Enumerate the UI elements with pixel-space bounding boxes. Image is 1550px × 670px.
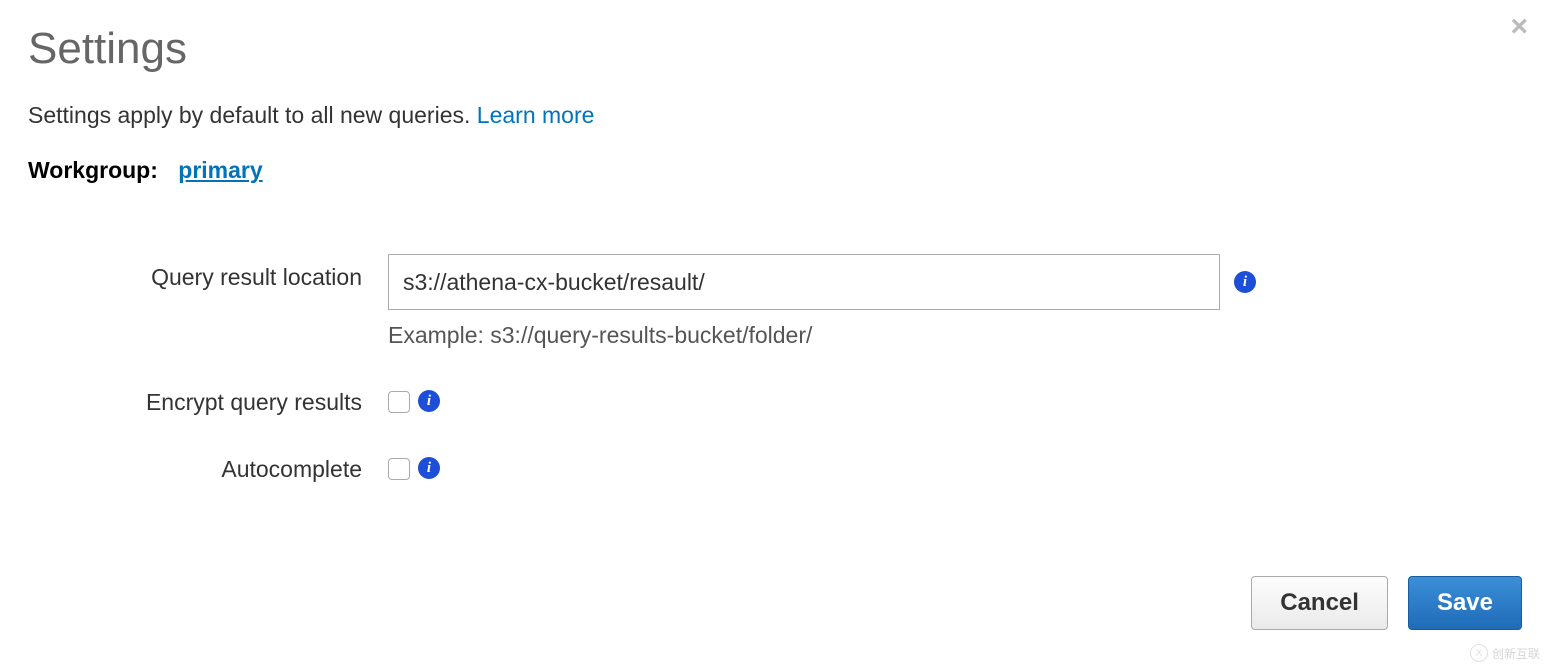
page-title: Settings bbox=[28, 24, 1522, 74]
autocomplete-label: Autocomplete bbox=[28, 456, 388, 483]
workgroup-line: Workgroup: primary bbox=[28, 157, 1522, 184]
intro-static: Settings apply by default to all new que… bbox=[28, 102, 477, 128]
learn-more-link[interactable]: Learn more bbox=[477, 102, 595, 128]
intro-text: Settings apply by default to all new que… bbox=[28, 102, 1522, 129]
info-icon[interactable]: i bbox=[418, 390, 440, 412]
info-icon[interactable]: i bbox=[418, 457, 440, 479]
cancel-button[interactable]: Cancel bbox=[1251, 576, 1388, 630]
autocomplete-row: Autocomplete i bbox=[28, 456, 1522, 483]
workgroup-label: Workgroup: bbox=[28, 157, 158, 183]
encrypt-query-results-checkbox[interactable] bbox=[388, 391, 410, 413]
query-result-location-label: Query result location bbox=[28, 254, 388, 291]
close-icon[interactable]: × bbox=[1510, 12, 1528, 42]
query-result-location-example: Example: s3://query-results-bucket/folde… bbox=[388, 322, 1256, 349]
query-result-location-input[interactable] bbox=[388, 254, 1220, 310]
info-icon[interactable]: i bbox=[1234, 271, 1256, 293]
button-bar: Cancel Save bbox=[1251, 576, 1522, 630]
query-result-location-row: Query result location i Example: s3://qu… bbox=[28, 254, 1522, 349]
encrypt-query-results-row: Encrypt query results i bbox=[28, 389, 1522, 416]
save-button[interactable]: Save bbox=[1408, 576, 1522, 630]
watermark: X 创新互联 bbox=[1470, 644, 1540, 662]
autocomplete-checkbox[interactable] bbox=[388, 458, 410, 480]
watermark-text: 创新互联 bbox=[1492, 645, 1540, 662]
workgroup-value-link[interactable]: primary bbox=[178, 157, 262, 183]
watermark-icon: X bbox=[1470, 644, 1488, 662]
encrypt-query-results-label: Encrypt query results bbox=[28, 389, 388, 416]
